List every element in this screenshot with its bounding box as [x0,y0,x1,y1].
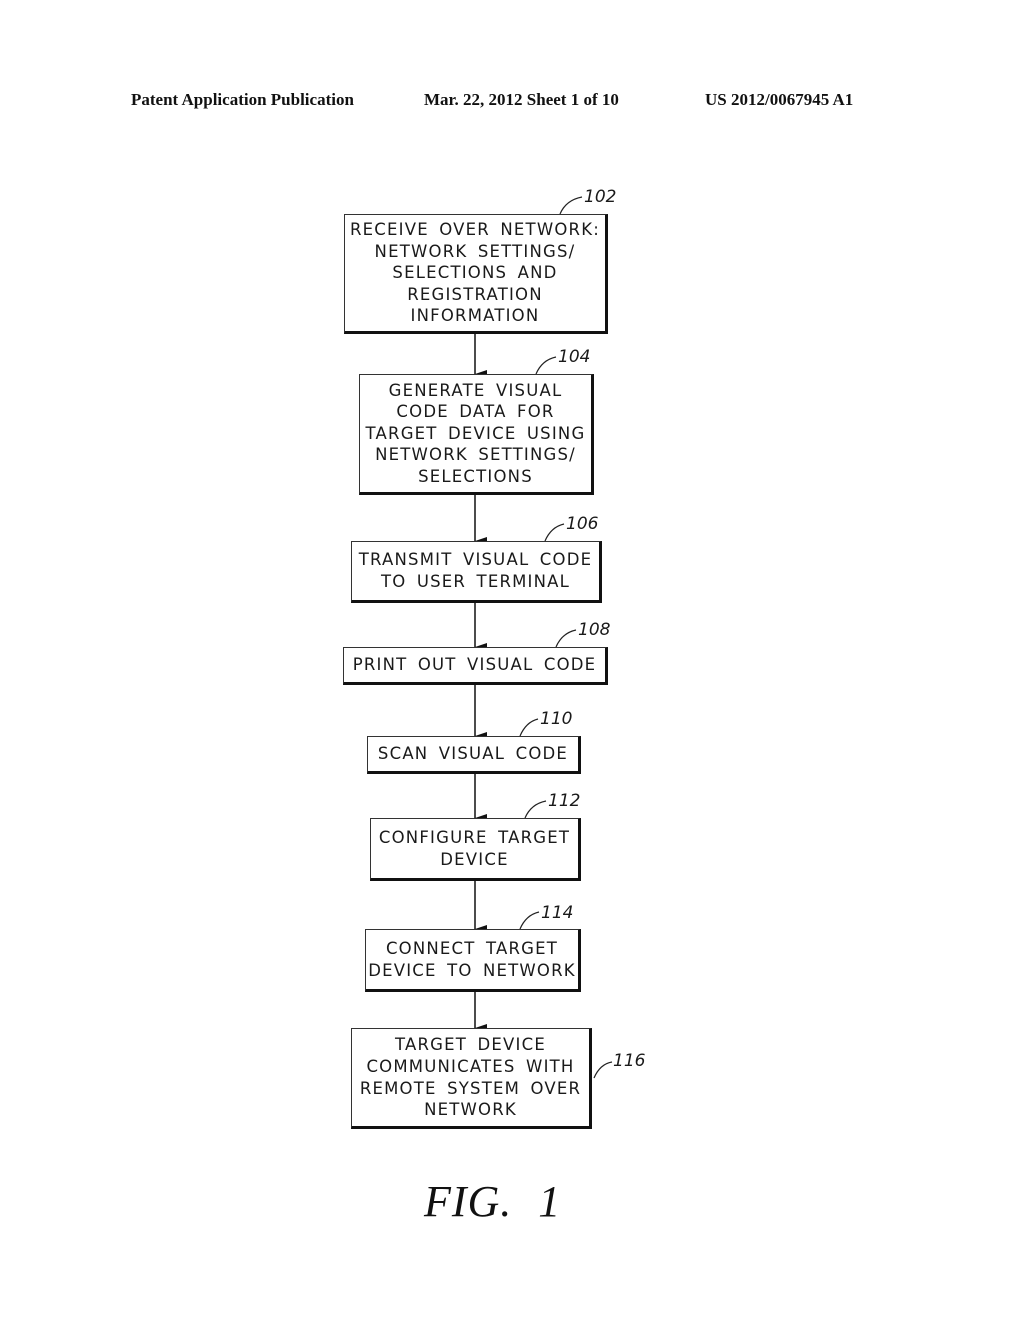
step-box-106: TRANSMIT VISUAL CODE TO USER TERMINAL [351,541,602,603]
figure-label: FIG. 1 [424,1177,562,1226]
step-ref-112: 112 [548,791,581,811]
step-ref-102: 102 [584,187,617,207]
step-box-112: CONFIGURE TARGET DEVICE [370,818,581,881]
step-text-106: TRANSMIT VISUAL CODE TO USER TERMINAL [358,550,593,591]
step-ref-114: 114 [541,903,574,923]
leader-line-114 [519,911,540,930]
leader-line-116 [593,1061,613,1079]
step-ref-106: 106 [566,514,599,534]
step-text-110: SCAN VISUAL CODE [377,744,569,764]
leader-line-106 [544,523,565,542]
leader-line-110 [519,718,539,737]
step-box-116: TARGET DEVICE COMMUNICATES WITH REMOTE S… [351,1028,592,1129]
publication-type: Patent Application Publication [131,90,354,109]
step-ref-108: 108 [578,620,611,640]
step-text-116: TARGET DEVICE COMMUNICATES WITH REMOTE S… [359,1035,582,1120]
leader-line-112 [524,800,547,819]
step-box-104: GENERATE VISUAL CODE DATA FOR TARGET DEV… [359,374,594,495]
step-text-108: PRINT OUT VISUAL CODE [352,655,597,675]
leader-line-102 [559,196,583,215]
step-text-112: CONFIGURE TARGET DEVICE [378,827,571,869]
step-box-108: PRINT OUT VISUAL CODE [343,647,608,685]
leader-line-108 [555,629,577,648]
step-box-110: SCAN VISUAL CODE [367,736,581,774]
step-box-102: RECEIVE OVER NETWORK: NETWORK SETTINGS/ … [344,214,608,334]
step-box-114: CONNECT TARGET DEVICE TO NETWORK [365,929,581,992]
publication-number: US 2012/0067945 A1 [705,90,854,109]
step-ref-116: 116 [613,1051,646,1071]
step-ref-104: 104 [558,347,591,367]
step-text-102: RECEIVE OVER NETWORK: NETWORK SETTINGS/ … [350,220,600,326]
publication-date-sheet: Mar. 22, 2012 Sheet 1 of 10 [424,90,619,109]
step-ref-110: 110 [540,709,573,729]
step-text-114: CONNECT TARGET DEVICE TO NETWORK [368,938,576,980]
leader-line-104 [535,356,557,375]
step-text-104: GENERATE VISUAL CODE DATA FOR TARGET DEV… [365,380,586,486]
